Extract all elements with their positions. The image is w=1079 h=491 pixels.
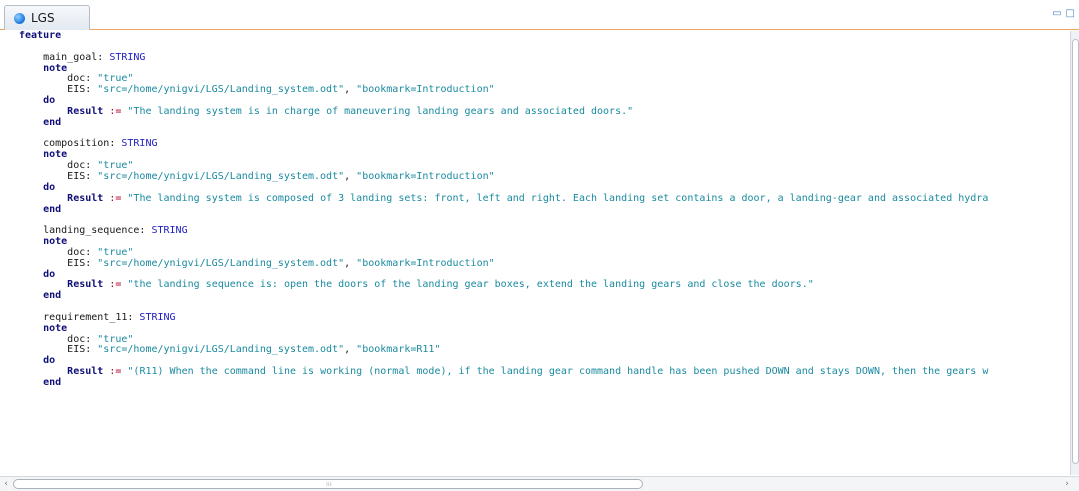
assign-operator: := — [109, 105, 122, 117]
assign-operator: := — [109, 192, 122, 204]
tab-lgs[interactable]: LGS — [4, 5, 90, 30]
do-keyword: do — [43, 268, 56, 280]
horizontal-scroll-thumb[interactable]: ⁞⁞⁞ — [13, 479, 643, 489]
eis-bookmark: "bookmark=Introduction" — [356, 170, 495, 182]
scroll-right-icon[interactable]: › — [1061, 478, 1073, 490]
code-text: feature main_goal: STRING note doc: "tru… — [19, 31, 989, 388]
doc-value: "true" — [97, 246, 134, 258]
minimize-maximize-icon[interactable]: ▭□ — [1052, 8, 1079, 19]
feature-type: STRING — [121, 138, 158, 150]
feature-keyword: feature — [19, 31, 62, 41]
vertical-scrollbar[interactable] — [1070, 31, 1079, 475]
eis-src: "src=/home/ynigvi/LGS/Landing_system.odt… — [97, 170, 345, 182]
result-keyword: Result — [67, 279, 104, 291]
eis-bookmark: "bookmark=Introduction" — [356, 257, 495, 269]
result-string: "The landing system is in charge of mane… — [127, 105, 634, 117]
end-keyword: end — [43, 116, 62, 128]
feature-name: landing_sequence: — [43, 225, 152, 237]
class-icon — [14, 12, 25, 24]
do-keyword: do — [43, 355, 56, 367]
result-string: "the landing sequence is: open the doors… — [127, 279, 814, 291]
eis-bookmark: "bookmark=R11" — [356, 344, 441, 356]
assign-operator: := — [109, 366, 122, 378]
eis-label: EIS: — [67, 84, 98, 96]
feature-name: composition: — [43, 138, 122, 150]
do-keyword: do — [43, 95, 56, 107]
note-keyword: note — [43, 62, 68, 74]
eis-src: "src=/home/ynigvi/LGS/Landing_system.odt… — [97, 257, 345, 269]
doc-value: "true" — [97, 160, 134, 172]
end-keyword: end — [43, 203, 62, 215]
doc-label: doc: — [67, 246, 98, 258]
feature-type: STRING — [139, 311, 176, 323]
eis-label: EIS: — [67, 170, 98, 182]
result-string: "(R11) When the command line is working … — [127, 366, 989, 378]
doc-label: doc: — [67, 333, 98, 345]
result-keyword: Result — [67, 366, 104, 378]
feature-type: STRING — [151, 225, 188, 237]
end-keyword: end — [43, 290, 62, 302]
vertical-scroll-thumb[interactable] — [1072, 39, 1079, 464]
eis-src: "src=/home/ynigvi/LGS/Landing_system.odt… — [97, 344, 345, 356]
editor-tab-bar: LGS ▭□ — [0, 0, 1079, 30]
assign-operator: := — [109, 279, 122, 291]
feature-name: requirement_11: — [43, 311, 140, 323]
eis-label: EIS: — [67, 257, 98, 269]
eis-src: "src=/home/ynigvi/LGS/Landing_system.odt… — [97, 84, 345, 96]
doc-value: "true" — [97, 73, 134, 85]
doc-value: "true" — [97, 333, 134, 345]
code-editor[interactable]: feature main_goal: STRING note doc: "tru… — [0, 31, 1070, 475]
note-keyword: note — [43, 236, 68, 248]
grip-icon: ⁞⁞⁞ — [326, 481, 332, 488]
eis-label: EIS: — [67, 344, 98, 356]
result-keyword: Result — [67, 105, 104, 117]
result-keyword: Result — [67, 192, 104, 204]
do-keyword: do — [43, 181, 56, 193]
result-string: "The landing system is composed of 3 lan… — [127, 192, 989, 204]
eis-bookmark: "bookmark=Introduction" — [356, 84, 495, 96]
note-keyword: note — [43, 322, 68, 334]
feature-name: main_goal: — [43, 51, 110, 63]
feature-type: STRING — [109, 51, 146, 63]
doc-label: doc: — [67, 160, 98, 172]
doc-label: doc: — [67, 73, 98, 85]
horizontal-scrollbar[interactable]: ‹ ⁞⁞⁞ › — [0, 476, 1079, 491]
note-keyword: note — [43, 149, 68, 161]
scroll-left-icon[interactable]: ‹ — [0, 478, 12, 490]
tab-title: LGS — [31, 11, 55, 25]
end-keyword: end — [43, 377, 62, 388]
